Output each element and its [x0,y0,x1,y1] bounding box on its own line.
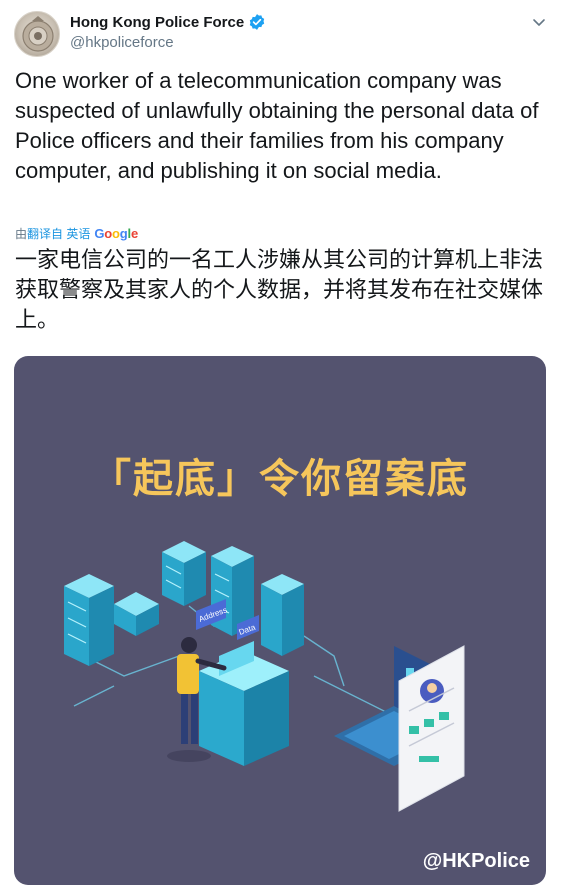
verified-badge-icon [249,14,265,30]
translate-from-english-link[interactable]: 翻译自 英语 [27,225,90,242]
server-small [114,592,159,636]
isometric-data-illustration: Address Data [64,541,465,812]
translation-attribution: 由 翻译自 英语 Google [15,224,138,242]
tweet-header: Hong Kong Police Force @hkpoliceforce [0,0,563,66]
chevron-down-icon[interactable] [531,14,547,30]
tweet-text: One worker of a telecommunication compan… [15,68,539,183]
tweet-media-image[interactable]: Address Data 「起底」令你留案底 @HKPolice [14,356,546,885]
server-stack-center [162,541,206,606]
author-handle[interactable]: @hkpoliceforce [70,34,174,51]
translated-by-label: 由 [15,226,28,241]
computer-console [199,641,289,766]
server-tower-left [64,574,114,666]
translated-tweet-text: 一家电信公司的一名工人涉嫌从其公司的计算机上非法获取警察及其家人的个人数据，并将… [15,248,544,333]
poster-headline: 「起底」令你留案底 [91,456,469,502]
google-logo: Google [94,225,138,241]
poster-watermark: @HKPolice [422,850,530,872]
author-avatar[interactable] [14,11,60,57]
author-display-name[interactable]: Hong Kong Police Force [70,14,244,31]
police-badge-icon [22,16,54,52]
